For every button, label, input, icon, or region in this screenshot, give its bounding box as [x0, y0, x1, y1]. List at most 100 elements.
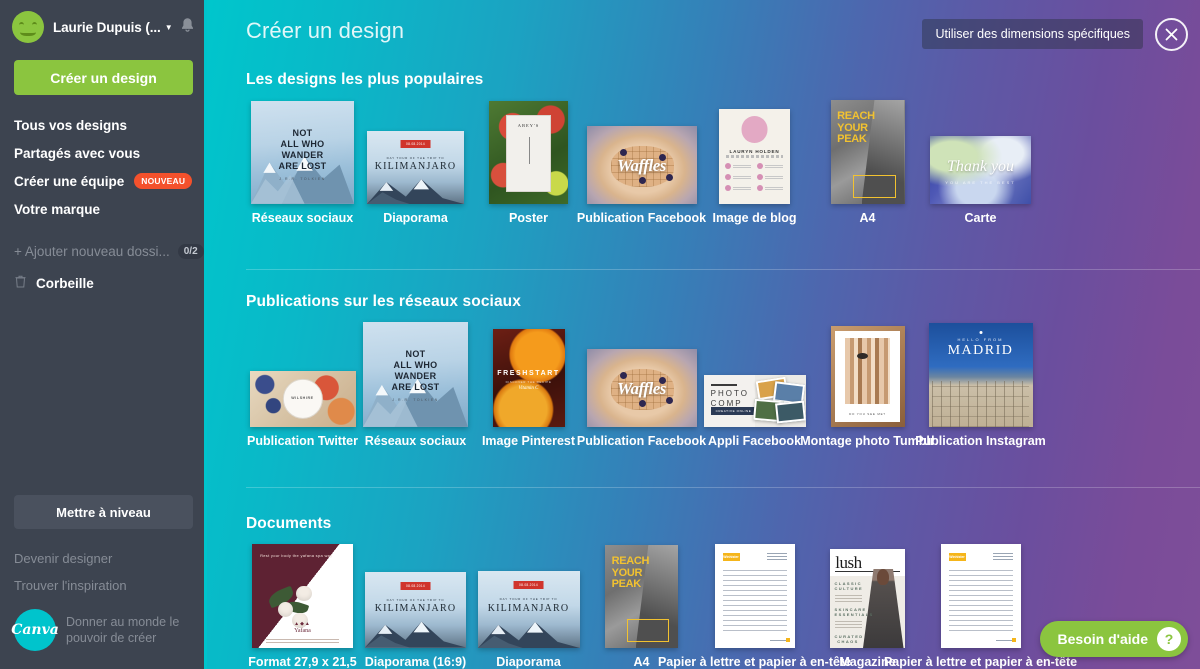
create-design-button[interactable]: Créer un design	[14, 60, 193, 95]
design-thumbnail[interactable]: Winhister	[940, 544, 1021, 648]
upgrade-button[interactable]: Mettre à niveau	[14, 495, 193, 529]
add-folder-button[interactable]: + Ajouter nouveau dossi... 0/2	[0, 237, 207, 265]
design-thumbnail[interactable]: NOT ALL WHO WANDER ARE LOST J.R.R. TOLKIEN	[251, 101, 354, 204]
sidebar-item-your-brand[interactable]: Votre marque	[0, 195, 207, 223]
design-thumbnail[interactable]: LAURYN HOLDEN	[719, 109, 790, 204]
add-folder-label: + Ajouter nouveau dossi...	[14, 243, 170, 259]
design-tile[interactable]: 08.08.2014 DAY TOUR OF THE TRIP TO KILIM…	[359, 131, 472, 225]
chevron-down-icon[interactable]: ▼	[165, 23, 173, 32]
close-button[interactable]	[1155, 18, 1188, 51]
design-tile[interactable]: Winhister Papier à lettre et papier à en…	[884, 544, 1077, 669]
canva-create-design-screen: Laurie Dupuis (... ▼ Créer un design Tou…	[0, 0, 1200, 669]
design-tile[interactable]: REACH YOUR PEAK A4	[811, 100, 924, 225]
help-label: Besoin d'aide	[1057, 631, 1148, 647]
design-thumbnail[interactable]: Winhister	[714, 544, 795, 648]
sidebar-item-label: Tous vos designs	[14, 117, 128, 133]
design-thumbnail[interactable]: Thank you YOU ARE THE BEST	[930, 136, 1031, 204]
design-tile[interactable]: Winhister Papier à lettre et papier à en…	[658, 544, 851, 669]
help-button[interactable]: Besoin d'aide ?	[1039, 621, 1188, 657]
design-tile[interactable]: Rest your body the yafana spa way ▲◆▲ Ya…	[246, 544, 359, 669]
design-tile-label: Publication Facebook	[576, 211, 707, 225]
design-thumbnail[interactable]: REACH YOUR PEAK	[605, 545, 678, 648]
sidebar-item-label: Corbeille	[36, 275, 94, 291]
design-tile[interactable]: Thank you YOU ARE THE BEST Carte	[924, 136, 1037, 225]
close-icon	[1165, 28, 1178, 41]
folder-count-badge: 0/2	[177, 243, 204, 259]
main-panel: Créer un design Utiliser des dimensions …	[207, 0, 1200, 669]
sidebar-item-label: Créer une équipe	[14, 173, 125, 189]
section-divider	[246, 487, 1200, 488]
design-thumbnail[interactable]: Waffles	[586, 126, 697, 204]
design-thumbnail[interactable]: NOT ALL WHO WANDER ARE LOST J.R.R. TOLKIEN	[363, 322, 468, 427]
user-menu[interactable]: Laurie Dupuis (... ▼	[0, 0, 207, 46]
design-tile-label: A4	[859, 211, 876, 225]
sidebar-item-shared[interactable]: Partagés avec vous	[0, 139, 207, 167]
question-mark-icon: ?	[1157, 627, 1181, 651]
design-tile[interactable]: NOT ALL WHO WANDER ARE LOST J.R.R. TOLKIEN R…	[359, 322, 472, 448]
design-tile-row: WILSHIRE Publication Twitter NOT ALL WHO WA…	[207, 322, 1046, 448]
design-tile-row: NOT ALL WHO WANDER ARE LOST J.R.R. TOLKIEN R…	[207, 100, 1037, 225]
section-title: Documents	[246, 515, 332, 532]
design-tile-label: Diaporama (16:9)	[364, 655, 467, 669]
design-thumbnail[interactable]: 08.08.2014 DAY TOUR OF THE TRIP TO KILIM…	[477, 571, 580, 648]
sidebar-item-trash[interactable]: Corbeille	[0, 269, 207, 297]
design-tile-label: Appli Facebook	[707, 434, 802, 448]
design-tile[interactable]: NOT ALL WHO WANDER ARE LOST J.R.R. TOLKIEN R…	[246, 101, 359, 225]
design-thumbnail[interactable]: DO YOU SEE ME?	[830, 326, 905, 427]
design-thumbnail[interactable]: WILSHIRE	[249, 371, 356, 427]
design-thumbnail[interactable]: ABEY'S	[489, 101, 568, 204]
specific-dimensions-button[interactable]: Utiliser des dimensions spécifiques	[922, 19, 1143, 49]
design-tile[interactable]: HELLO FROM MADRID Publication Instagram	[915, 323, 1046, 448]
design-thumbnail[interactable]: PHOTO COMP CREATIVE ONLINE	[703, 375, 806, 427]
design-tile-label: Réseaux sociaux	[251, 211, 354, 225]
sidebar-item-create-team[interactable]: Créer une équipe NOUVEAU	[0, 167, 207, 195]
design-thumbnail[interactable]: 08.08.2014 DAY TOUR OF THE TRIP TO KILIM…	[367, 131, 464, 204]
design-tile[interactable]: lush CLASSIC CULTURE SKINCARE ESSENTIALS…	[811, 549, 924, 669]
design-thumbnail[interactable]: lush CLASSIC CULTURE SKINCARE ESSENTIALS…	[830, 549, 905, 648]
design-tile[interactable]: 08.08.2014 DAY TOUR OF THE TRIP TO KILIM…	[472, 571, 585, 669]
sidebar-item-label: Votre marque	[14, 201, 101, 217]
find-inspiration-link[interactable]: Trouver l'inspiration	[0, 572, 207, 599]
design-thumbnail[interactable]: Waffles	[586, 349, 697, 427]
avatar[interactable]	[12, 11, 44, 43]
bell-icon[interactable]	[180, 17, 195, 37]
design-tile-label: Image Pinterest	[481, 434, 576, 448]
brand-tagline: Donner au monde le pouvoir de créer	[66, 615, 180, 645]
design-tile[interactable]: PHOTO COMP CREATIVE ONLINE Appli Facebook	[698, 375, 811, 448]
design-tile-label: Réseaux sociaux	[364, 434, 467, 448]
design-tile[interactable]: ABEY'S Poster	[472, 101, 585, 225]
design-tile[interactable]: Waffles Publication Facebook	[577, 126, 706, 225]
header: Créer un design Utiliser des dimensions …	[207, 0, 1200, 66]
section-title: Publications sur les réseaux sociaux	[246, 293, 521, 310]
design-tile[interactable]: FRESHSTART DISCOVER THE RECIPE Vitamin C I…	[472, 329, 585, 448]
design-thumbnail[interactable]: Rest your body the yafana spa way ▲◆▲ Ya…	[252, 544, 353, 648]
design-tile[interactable]: Waffles Publication Facebook	[577, 349, 706, 448]
design-tile-label: Carte	[964, 211, 997, 225]
design-tile-label: Poster	[509, 211, 548, 225]
design-tile-label: Image de blog	[712, 211, 797, 225]
design-tile-label: Format 27,9 x 21,5	[248, 655, 357, 669]
design-tile-row: Rest your body the yafana spa way ▲◆▲ Ya…	[207, 544, 1077, 669]
design-tile[interactable]: REACH YOUR PEAK A4	[585, 545, 698, 669]
design-tile-label: Diaporama	[383, 211, 448, 225]
design-tile-label: A4	[633, 655, 650, 669]
become-designer-link[interactable]: Devenir designer	[0, 545, 207, 572]
design-thumbnail[interactable]: REACH YOUR PEAK	[830, 100, 905, 204]
design-tile[interactable]: 08.08.2014 DAY TOUR OF THE TRIP TO KILIM…	[359, 572, 472, 669]
sidebar: Laurie Dupuis (... ▼ Créer un design Tou…	[0, 0, 207, 669]
design-tile-label: Publication Instagram	[915, 434, 1046, 448]
brand-footer: Canva Donner au monde le pouvoir de crée…	[0, 599, 207, 669]
design-thumbnail[interactable]: HELLO FROM MADRID	[928, 323, 1033, 427]
sidebar-secondary-links: Devenir designer Trouver l'inspiration	[0, 545, 207, 599]
new-badge: NOUVEAU	[134, 173, 193, 189]
design-thumbnail[interactable]: 08.08.2014 DAY TOUR OF THE TRIP TO KILIM…	[365, 572, 466, 648]
sidebar-item-all-designs[interactable]: Tous vos designs	[0, 111, 207, 139]
design-tile[interactable]: DO YOU SEE ME? Montage photo Tumblr	[800, 326, 935, 448]
design-thumbnail[interactable]: FRESHSTART DISCOVER THE RECIPE Vitamin C	[492, 329, 565, 427]
trash-icon	[14, 275, 27, 291]
page-title: Créer un design	[246, 18, 405, 43]
design-tile[interactable]: WILSHIRE Publication Twitter	[246, 371, 359, 448]
design-tile[interactable]: LAURYN HOLDEN Image de blog	[698, 109, 811, 225]
canva-logo-icon: Canva	[11, 609, 59, 651]
